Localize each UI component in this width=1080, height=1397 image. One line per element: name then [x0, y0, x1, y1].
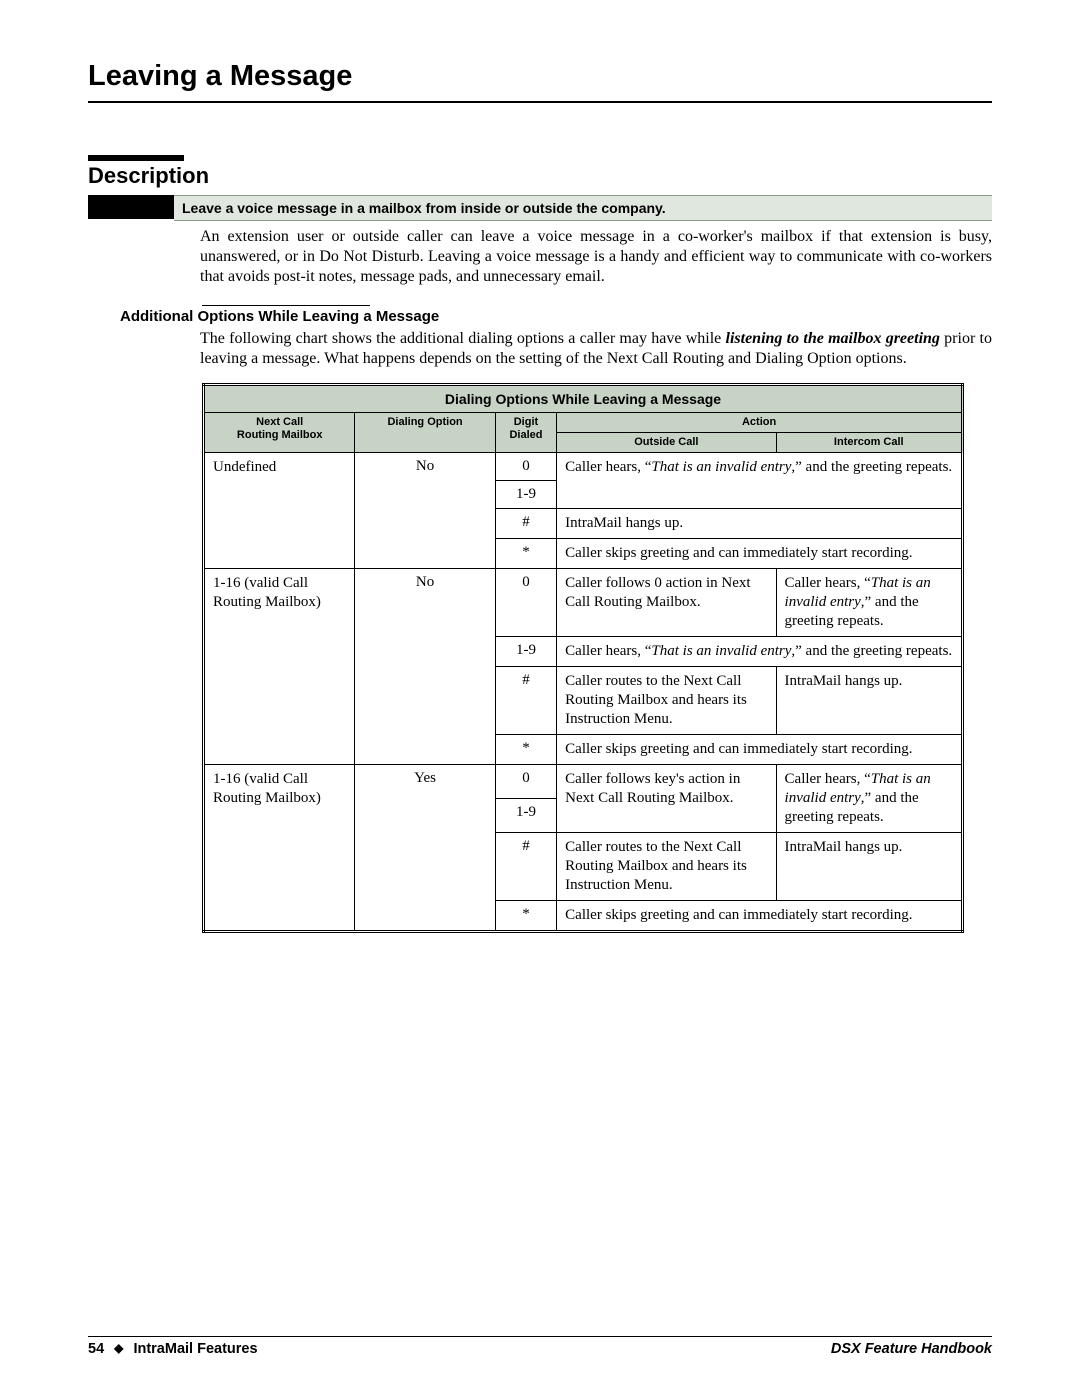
description-text: An extension user or outside caller can … [200, 227, 992, 287]
hdr-outside-call: Outside Call [557, 433, 776, 453]
title-rule [88, 101, 992, 103]
cell-action: Caller hears, “That is an invalid entry,… [557, 637, 963, 667]
cell-digit: 1-9 [495, 637, 556, 667]
cell-mailbox: 1-16 (valid Call Routing Mailbox) [204, 765, 355, 932]
cell-intercom: IntraMail hangs up. [776, 667, 962, 735]
subhead-rule [202, 305, 370, 306]
cell-option: Yes [355, 765, 495, 932]
cell-action: Caller skips greeting and can immediatel… [557, 539, 963, 569]
txt-em: That is an invalid entry [651, 643, 791, 659]
hdr-line: Routing Mailbox [237, 429, 323, 441]
txt: Caller hears, “ [565, 459, 651, 475]
sub-text: The following chart shows the additional… [200, 329, 992, 369]
hdr-digit-dialed: Digit Dialed [495, 413, 556, 453]
table-row: Undefined No 0 Caller hears, “That is an… [204, 453, 963, 481]
cell-option: No [355, 453, 495, 569]
cell-digit: * [495, 539, 556, 569]
cell-mailbox: 1-16 (valid Call Routing Mailbox) [204, 569, 355, 765]
cell-digit: 1-9 [495, 799, 556, 833]
footer-left: 54 ◆ IntraMail Features [88, 1341, 258, 1357]
cell-digit: # [495, 667, 556, 735]
hdr-intercom-call: Intercom Call [776, 433, 962, 453]
cell-digit: * [495, 901, 556, 932]
footer-section: IntraMail Features [133, 1341, 257, 1357]
hdr-next-call-routing: Next Call Routing Mailbox [204, 413, 355, 453]
cell-digit: 0 [495, 765, 556, 799]
feature-summary-band: Leave a voice message in a mailbox from … [174, 195, 992, 221]
page-title: Leaving a Message [88, 60, 992, 93]
cell-action: Caller skips greeting and can immediatel… [557, 735, 963, 765]
cell-digit: * [495, 735, 556, 765]
cell-outside: Caller follows key's action in Next Call… [557, 765, 776, 833]
cell-outside: Caller routes to the Next Call Routing M… [557, 667, 776, 735]
sub-text-pre: The following chart shows the additional… [200, 330, 726, 347]
description-heading: Description [88, 155, 184, 189]
cell-intercom: IntraMail hangs up. [776, 833, 962, 901]
table-row: 1-16 (valid Call Routing Mailbox) Yes 0 … [204, 765, 963, 799]
cell-option: No [355, 569, 495, 765]
page-number: 54 [88, 1341, 104, 1357]
cell-digit: 0 [495, 569, 556, 637]
footer-book-title: DSX Feature Handbook [831, 1341, 992, 1357]
black-tab [88, 195, 174, 219]
table-title: Dialing Options While Leaving a Message [204, 385, 963, 413]
txt: Caller hears, “ [565, 643, 651, 659]
txt: Caller hears, “ [785, 771, 871, 787]
dialing-options-table: Dialing Options While Leaving a Message … [202, 383, 964, 933]
page-footer: 54 ◆ IntraMail Features DSX Feature Hand… [88, 1336, 992, 1357]
cell-intercom: Caller hears, “That is an invalid entry,… [776, 765, 962, 833]
cell-intercom: Caller hears, “That is an invalid entry,… [776, 569, 962, 637]
cell-digit: # [495, 833, 556, 901]
cell-digit: 0 [495, 453, 556, 481]
cell-action: IntraMail hangs up. [557, 509, 963, 539]
cell-digit: # [495, 509, 556, 539]
txt: Caller hears, “ [785, 575, 871, 591]
txt: ,” and the greeting repeats. [791, 459, 952, 475]
cell-action: Caller skips greeting and can immediatel… [557, 901, 963, 932]
hdr-line: Dialed [509, 429, 542, 441]
txt: ,” and the greeting repeats. [791, 643, 952, 659]
cell-mailbox: Undefined [204, 453, 355, 569]
sub-text-emph: listening to the mailbox greeting [726, 330, 940, 347]
txt-em: That is an invalid entry [651, 459, 791, 475]
table-row: 1-16 (valid Call Routing Mailbox) No 0 C… [204, 569, 963, 637]
hdr-action: Action [557, 413, 963, 433]
hdr-line: Digit [514, 416, 538, 428]
cell-outside: Caller follows 0 action in Next Call Rou… [557, 569, 776, 637]
diamond-icon: ◆ [114, 1341, 123, 1355]
cell-action: Caller hears, “That is an invalid entry,… [557, 453, 963, 509]
hdr-line: Next Call [256, 416, 303, 428]
cell-outside: Caller routes to the Next Call Routing M… [557, 833, 776, 901]
hdr-dialing-option: Dialing Option [355, 413, 495, 453]
cell-digit: 1-9 [495, 481, 556, 509]
sub-heading: Additional Options While Leaving a Messa… [120, 308, 992, 325]
